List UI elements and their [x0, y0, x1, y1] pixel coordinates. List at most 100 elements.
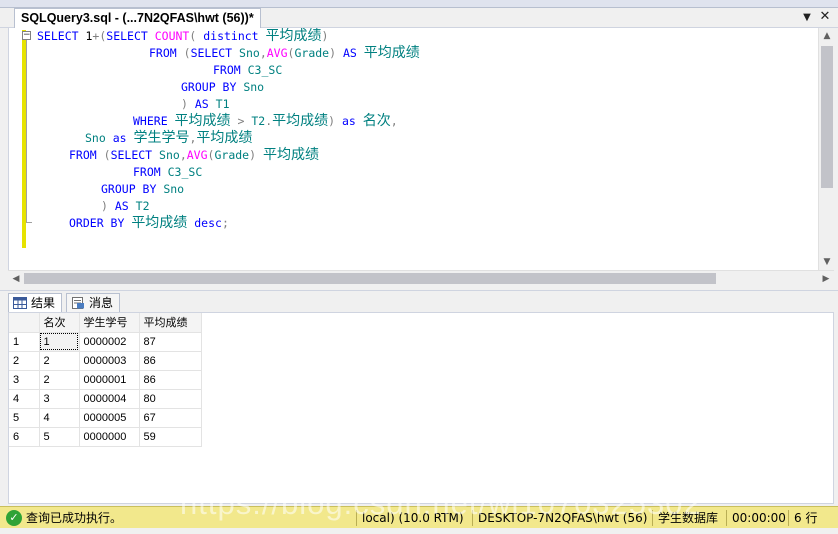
tab-dropdown-icon[interactable]: ▼ [800, 11, 814, 25]
code-line[interactable]: Sno as 学生学号,平均成绩 [85, 130, 252, 147]
table-cell[interactable]: 59 [139, 427, 202, 447]
code-token: ) [329, 46, 343, 60]
code-line[interactable]: GROUP BY Sno [101, 181, 184, 198]
code-line[interactable]: FROM (SELECT Sno,AVG(Grade) 平均成绩 [69, 147, 319, 164]
table-cell[interactable]: 80 [139, 389, 202, 409]
table-row[interactable]: 3 2 0000001 86 [9, 370, 202, 390]
code-token: distinct [203, 29, 266, 43]
code-token: as [341, 114, 363, 128]
tab-messages[interactable]: 消息 [66, 293, 121, 313]
code-line[interactable]: ORDER BY 平均成绩 desc; [69, 215, 229, 232]
close-icon[interactable]: ✕ [818, 10, 832, 24]
collapse-icon[interactable]: − [22, 31, 31, 40]
editor-horizontal-scrollbar[interactable]: ◀ ▶ [8, 270, 834, 286]
code-line[interactable]: FROM C3_SC [133, 164, 202, 181]
table-cell[interactable]: 0000003 [79, 351, 140, 371]
row-number-cell[interactable]: 4 [9, 389, 40, 409]
fold-guide-end [26, 222, 32, 223]
editor-vertical-scrollbar[interactable]: ▲ ▼ [818, 28, 834, 270]
column-header[interactable]: 名次 [39, 313, 80, 333]
success-check-icon: ✓ [6, 510, 22, 526]
scroll-right-icon[interactable]: ▶ [818, 271, 834, 287]
code-token: FROM [133, 165, 168, 179]
table-cell[interactable]: 0000004 [79, 389, 140, 409]
code-token: Sno [85, 131, 113, 145]
scroll-down-icon[interactable]: ▼ [819, 254, 835, 270]
code-token: Grade [214, 148, 250, 162]
code-token: ; [221, 216, 229, 230]
scroll-up-icon[interactable]: ▲ [819, 28, 835, 44]
code-token: WHERE [133, 114, 175, 128]
code-token: ( [189, 29, 204, 43]
code-line[interactable]: WHERE 平均成绩 > T2.平均成绩) as 名次, [133, 113, 398, 130]
table-cell[interactable]: 86 [139, 351, 202, 371]
code-token: 平均成绩 [262, 147, 319, 163]
code-token: ) [181, 97, 195, 111]
code-token: , [179, 148, 187, 162]
code-line[interactable]: ) AS T1 [181, 96, 230, 113]
row-number-cell[interactable]: 1 [9, 332, 40, 352]
row-number-cell[interactable]: 3 [9, 370, 40, 390]
table-header-row: 名次 学生学号 平均成绩 [9, 313, 202, 333]
code-token: ORDER BY [69, 216, 132, 230]
code-token: GROUP BY [181, 80, 244, 94]
table-cell[interactable]: 0000001 [79, 370, 140, 390]
row-number-header[interactable] [9, 313, 40, 333]
code-token: desc [187, 216, 222, 230]
code-token: AVG [186, 148, 208, 162]
table-row[interactable]: 5 4 0000005 67 [9, 408, 202, 428]
tab-results[interactable]: 结果 [8, 293, 63, 313]
code-line[interactable]: SELECT 1+(SELECT COUNT( distinct 平均成绩) [37, 28, 328, 45]
code-token: ) [328, 114, 342, 128]
code-token: 名次 [362, 113, 391, 129]
table-cell[interactable]: 67 [139, 408, 202, 428]
table-row[interactable]: 1 1 0000002 87 [9, 332, 202, 352]
table-row[interactable]: 6 5 0000000 59 [9, 427, 202, 447]
row-number-cell[interactable]: 6 [9, 427, 40, 447]
code-token: SELECT [190, 46, 240, 60]
status-elapsed-time: 00:00:00 [726, 510, 786, 526]
code-token: C3_SC [167, 165, 203, 179]
code-token: T2 [135, 199, 150, 213]
scroll-thumb[interactable] [24, 273, 716, 284]
code-token: T1 [215, 97, 230, 111]
code-token: Grade [294, 46, 330, 60]
table-cell[interactable]: 86 [139, 370, 202, 390]
code-token: SELECT [37, 29, 86, 43]
document-tabbar: SQLQuery3.sql - (...7N2QFAS\hwt (56))* ▼… [0, 8, 838, 28]
code-token: 平均成绩 [272, 113, 329, 129]
row-number-cell[interactable]: 5 [9, 408, 40, 428]
scroll-thumb[interactable] [821, 46, 833, 188]
code-token: 平均成绩 [131, 215, 188, 231]
code-line[interactable]: ) AS T2 [101, 198, 150, 215]
results-grid[interactable]: 名次 学生学号 平均成绩 1 1 0000002 87 2 2 0000003 86 3 2 000… [8, 312, 834, 504]
table-row[interactable]: 2 2 0000003 86 [9, 351, 202, 371]
column-header[interactable]: 平均成绩 [139, 313, 202, 333]
row-number-cell[interactable]: 2 [9, 351, 40, 371]
table-cell[interactable]: 2 [39, 370, 80, 390]
code-line[interactable]: FROM (SELECT Sno,AVG(Grade) AS 平均成绩 [149, 45, 420, 62]
table-cell[interactable]: 2 [39, 351, 80, 371]
table-cell[interactable]: 5 [39, 427, 80, 447]
scroll-left-icon[interactable]: ◀ [8, 271, 24, 287]
table-cell[interactable]: 0000002 [79, 332, 140, 352]
status-message: 查询已成功执行。 [26, 511, 123, 525]
table-cell[interactable]: 87 [139, 332, 202, 352]
code-token: ) [321, 29, 329, 43]
code-line[interactable]: GROUP BY Sno [181, 79, 264, 96]
query-editor[interactable]: − SELECT 1+(SELECT COUNT( distinct 平均成绩)… [8, 28, 818, 270]
code-line[interactable]: FROM C3_SC [213, 62, 282, 79]
column-header[interactable]: 学生学号 [79, 313, 140, 333]
table-cell[interactable]: 0000005 [79, 408, 140, 428]
document-tab[interactable]: SQLQuery3.sql - (...7N2QFAS\hwt (56))* [14, 8, 261, 28]
code-token: T2 [251, 114, 266, 128]
table-cell[interactable]: 4 [39, 408, 80, 428]
code-token: , [390, 114, 398, 128]
code-token: +( [92, 29, 107, 43]
table-cell[interactable]: 1 [39, 332, 80, 352]
table-cell[interactable]: 0000000 [79, 427, 140, 447]
table-cell[interactable]: 3 [39, 389, 80, 409]
results-table: 名次 学生学号 平均成绩 1 1 0000002 87 2 2 0000003 86 3 2 000… [9, 313, 202, 447]
status-database: 学生数据库 [652, 510, 718, 526]
table-row[interactable]: 4 3 0000004 80 [9, 389, 202, 409]
